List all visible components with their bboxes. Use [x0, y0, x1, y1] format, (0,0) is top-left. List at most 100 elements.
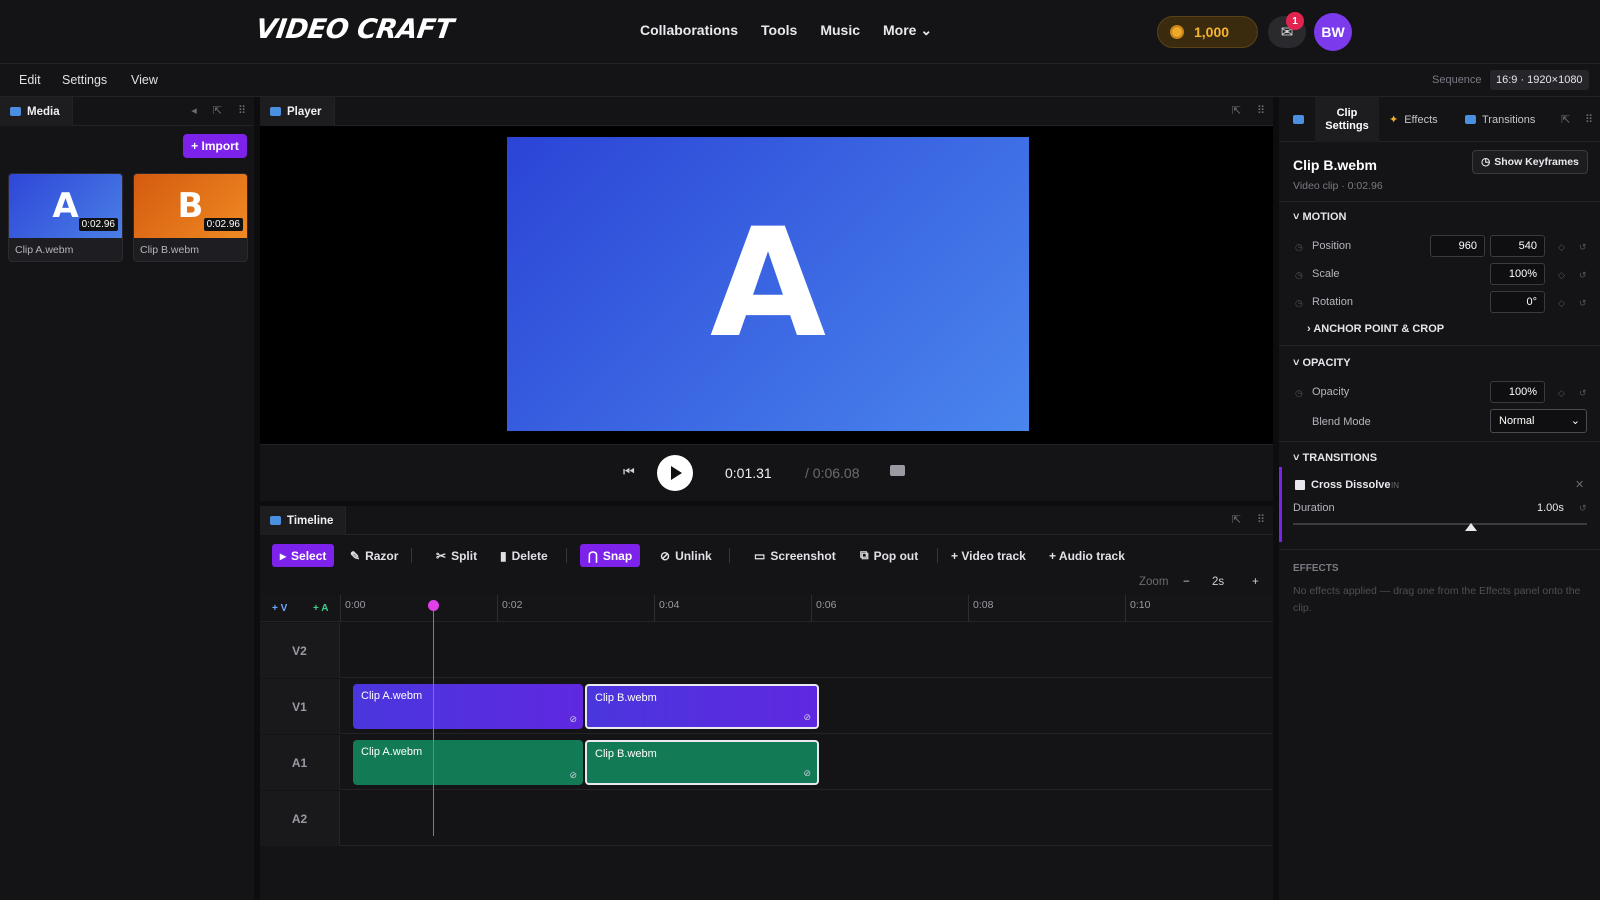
camera-icon[interactable] — [890, 465, 905, 476]
track-v2[interactable]: V2 — [260, 623, 1273, 678]
close-icon[interactable]: ✕ — [1575, 478, 1584, 491]
track-a1[interactable]: A1 Clip A.webm ⊘ Clip B.webm ⊘ — [260, 735, 1273, 790]
opacity-section-header[interactable]: ˅ OPACITY — [1293, 357, 1600, 369]
tab-player[interactable]: Player — [260, 97, 335, 126]
zoom-in-button[interactable]: + — [1252, 576, 1259, 588]
anchor-crop-section-header[interactable]: › ANCHOR POINT & CROP — [1307, 323, 1600, 335]
menu-view[interactable]: View — [131, 73, 158, 87]
keyframe-icon[interactable]: ◇ — [1558, 388, 1565, 399]
player-title: Player — [287, 105, 322, 118]
popout-icon[interactable]: ⇱ — [1561, 97, 1570, 142]
drag-handle-icon[interactable]: ⠿ — [1257, 513, 1265, 526]
transition-checkbox[interactable] — [1295, 480, 1305, 490]
show-keyframes-button[interactable]: ◷ Show Keyframes — [1472, 150, 1588, 174]
keyframe-icon[interactable]: ◇ — [1558, 270, 1565, 281]
reset-icon[interactable]: ↺ — [1579, 242, 1587, 253]
timeline-clip-audio-b[interactable]: Clip B.webm ⊘ — [585, 740, 819, 785]
effects-section-title: EFFECTS — [1293, 563, 1339, 574]
reset-icon[interactable]: ↺ — [1579, 298, 1587, 309]
position-y-input[interactable]: 540 — [1490, 235, 1545, 257]
chevron-down-icon: ⌄ — [1570, 415, 1580, 427]
zoom-out-button[interactable]: − — [1183, 576, 1190, 588]
keyframe-icon[interactable]: ◇ — [1558, 242, 1565, 253]
position-x-input[interactable]: 960 — [1430, 235, 1485, 257]
razor-tool-button[interactable]: ✎ Razor — [342, 544, 406, 567]
stopwatch-icon[interactable]: ◷ — [1295, 298, 1303, 309]
sequence-format[interactable]: 16:9 · 1920×1080 — [1490, 70, 1589, 90]
motion-section-header[interactable]: ˅ MOTION — [1293, 211, 1600, 223]
tab-effects[interactable]: ✦ Effects — [1389, 97, 1438, 142]
track-label: V1 — [260, 679, 340, 734]
scale-input[interactable]: 100% — [1490, 263, 1545, 285]
stopwatch-icon[interactable]: ◷ — [1295, 242, 1303, 253]
link-icon: ⊘ — [569, 770, 577, 780]
total-time: / 0:06.08 — [805, 465, 860, 481]
import-button[interactable]: + Import — [183, 134, 247, 158]
link-icon: ⊘ — [660, 548, 671, 563]
logo[interactable]: VIDEO CRAFT — [254, 14, 455, 45]
add-audio-track-shortcut[interactable]: + A — [313, 603, 328, 614]
reset-icon[interactable]: ↺ — [1579, 388, 1587, 399]
play-button[interactable] — [657, 455, 693, 491]
nav-more[interactable]: More ⌄ — [883, 22, 932, 39]
duration-slider-thumb[interactable] — [1465, 523, 1477, 531]
tab-media[interactable]: Media — [0, 97, 73, 126]
rotation-input[interactable]: 0° — [1490, 291, 1545, 313]
nav-tools[interactable]: Tools — [761, 22, 797, 39]
section-title: OPACITY — [1302, 357, 1351, 369]
select-tool-button[interactable]: ▸ Select — [272, 544, 335, 567]
duration-value: 1.00s — [1537, 502, 1564, 514]
popout-icon[interactable]: ⇱ — [1232, 104, 1241, 117]
delete-button[interactable]: ▮ Delete — [492, 544, 556, 567]
menu-bar: Edit Settings View Sequence 16:9 · 1920×… — [0, 64, 1600, 97]
snap-toggle[interactable]: ⋂ Snap — [580, 544, 641, 567]
nav-collaborations[interactable]: Collaborations — [640, 22, 738, 39]
divider — [1279, 345, 1600, 346]
menu-edit[interactable]: Edit — [19, 73, 41, 87]
tab-clip-settings[interactable]: Clip Settings — [1315, 97, 1379, 142]
drag-handle-icon[interactable]: ⠿ — [1585, 97, 1593, 142]
track-v1[interactable]: V1 Clip A.webm ⊘ Clip B.webm ⊘ — [260, 679, 1273, 734]
popout-icon[interactable]: ⇱ — [213, 104, 222, 117]
clip-name: Clip A.webm — [15, 244, 74, 256]
add-video-track-shortcut[interactable]: + V — [272, 603, 287, 614]
tab-timeline[interactable]: Timeline — [260, 506, 347, 535]
thumbnail-letter: B — [177, 186, 204, 226]
avatar[interactable]: BW — [1314, 13, 1352, 51]
reset-icon[interactable]: ↺ — [1579, 503, 1587, 514]
collapse-icon[interactable]: ◂ — [191, 104, 197, 117]
media-card-b[interactable]: B 0:02.96 Clip B.webm — [133, 173, 248, 262]
screenshot-button[interactable]: ▭ Screenshot — [746, 544, 844, 567]
add-audio-track-button[interactable]: + Audio track — [1041, 544, 1133, 567]
timeline-clip-video-a[interactable]: Clip A.webm ⊘ — [353, 684, 583, 729]
add-video-track-button[interactable]: + Video track — [943, 544, 1034, 567]
popout-icon[interactable]: ⇱ — [1232, 513, 1241, 526]
transitions-section-header[interactable]: ˅ TRANSITIONS — [1293, 452, 1600, 464]
unlink-button[interactable]: ⊘ Unlink — [652, 544, 720, 567]
timeline-clip-audio-a[interactable]: Clip A.webm ⊘ — [353, 740, 583, 785]
scissors-icon: ✂ — [436, 548, 447, 563]
coin-balance[interactable]: 1,000 — [1157, 16, 1258, 48]
media-card-a[interactable]: A 0:02.96 Clip A.webm — [8, 173, 123, 262]
playhead-handle[interactable] — [428, 600, 439, 611]
popout-button[interactable]: ⧉ Pop out — [852, 544, 926, 567]
duration-slider[interactable] — [1293, 523, 1587, 525]
thumbnail-letter: A — [52, 186, 79, 226]
nav-music[interactable]: Music — [820, 22, 860, 39]
menu-settings[interactable]: Settings — [62, 73, 107, 87]
drag-handle-icon[interactable]: ⠿ — [1257, 104, 1265, 117]
video-viewport[interactable]: A — [260, 126, 1273, 444]
drag-handle-icon[interactable]: ⠿ — [238, 104, 246, 117]
stopwatch-icon[interactable]: ◷ — [1295, 388, 1303, 399]
reset-icon[interactable]: ↺ — [1579, 270, 1587, 281]
skip-back-icon[interactable]: ⏮ — [623, 464, 635, 480]
tab-transitions[interactable]: Transitions — [1465, 97, 1535, 142]
keyframe-icon[interactable]: ◇ — [1558, 298, 1565, 309]
time-ruler[interactable]: + V + A 0:00 0:02 0:04 0:06 0:08 0:10 — [260, 595, 1273, 622]
stopwatch-icon[interactable]: ◷ — [1295, 270, 1303, 281]
timeline-clip-video-b[interactable]: Clip B.webm ⊘ — [585, 684, 819, 729]
split-button[interactable]: ✂ Split — [428, 544, 485, 567]
opacity-input[interactable]: 100% — [1490, 381, 1545, 403]
blend-mode-select[interactable]: Normal ⌄ — [1490, 409, 1587, 433]
track-a2[interactable]: A2 — [260, 791, 1273, 846]
